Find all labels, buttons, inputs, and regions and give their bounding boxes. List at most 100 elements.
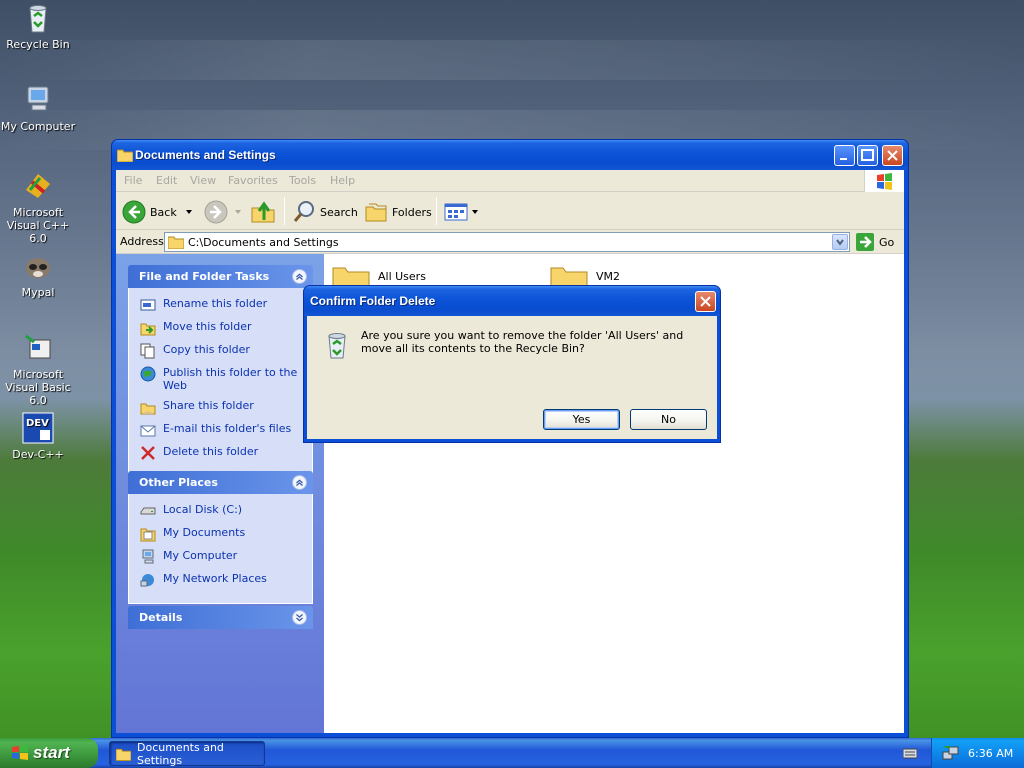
dialog-title: Confirm Folder Delete xyxy=(310,294,436,308)
devcpp-icon: DEV xyxy=(22,412,54,444)
task-label: Move this folder xyxy=(163,320,252,333)
other-places-body: Local Disk (C:) My Documents My Computer… xyxy=(128,494,313,604)
disk-icon xyxy=(140,507,156,515)
system-tray: 6:36 AM xyxy=(931,738,1024,768)
views-button[interactable] xyxy=(444,199,480,225)
windows-flag-icon xyxy=(12,745,28,760)
desktop-icon-mypal[interactable]: Mypal xyxy=(0,250,78,299)
task-copy-folder[interactable]: Copy this folder xyxy=(140,343,302,359)
task-label: Publish this folder to the Web xyxy=(163,366,298,392)
file-folder-tasks-header[interactable]: File and Folder Tasks xyxy=(128,265,313,288)
back-button[interactable]: Back xyxy=(122,199,195,225)
desktop-icon-visual-cpp[interactable]: Microsoft Visual C++ 6.0 xyxy=(0,170,78,245)
go-button[interactable]: Go xyxy=(856,233,894,251)
desktop-icon-my-computer[interactable]: My Computer xyxy=(0,84,78,133)
desktop-icon-recycle-bin[interactable]: Recycle Bin xyxy=(0,2,78,51)
search-icon xyxy=(293,201,314,222)
place-my-computer[interactable]: My Computer xyxy=(140,549,302,565)
desktop-icon-visual-basic[interactable]: Microsoft Visual Basic 6.0 xyxy=(0,332,78,407)
task-rename-folder[interactable]: Rename this folder xyxy=(140,297,302,313)
task-label: E-mail this folder's files xyxy=(163,422,292,435)
no-button[interactable]: No xyxy=(630,409,707,430)
maximize-icon xyxy=(861,149,874,161)
task-share-folder[interactable]: Share this folder xyxy=(140,399,302,415)
expand-icon[interactable] xyxy=(292,610,307,625)
address-value: C:\Documents and Settings xyxy=(188,235,339,249)
search-button[interactable]: Search xyxy=(292,199,358,225)
place-label: My Documents xyxy=(163,526,246,539)
dialog-titlebar[interactable]: Confirm Folder Delete xyxy=(304,286,720,316)
views-icon xyxy=(444,203,468,221)
close-button[interactable] xyxy=(882,145,903,166)
minimize-button[interactable] xyxy=(834,145,855,166)
address-dropdown-button[interactable] xyxy=(832,234,848,250)
collapse-icon[interactable] xyxy=(292,269,307,284)
taskbar-button-documents[interactable]: Documents and Settings xyxy=(109,740,265,767)
address-field[interactable]: C:\Documents and Settings xyxy=(164,232,850,252)
taskbar-button-label: Documents and Settings xyxy=(137,740,224,767)
desktop-icon-label: Microsoft Visual C++ 6.0 xyxy=(6,206,70,245)
desktop-icon-label: Recycle Bin xyxy=(6,38,70,51)
place-label: Local Disk (C:) xyxy=(163,503,243,516)
place-my-documents[interactable]: My Documents xyxy=(140,526,302,542)
visual-cpp-icon xyxy=(26,174,50,198)
toolbar-separator xyxy=(436,197,437,225)
start-label: start xyxy=(33,743,70,762)
chevron-down-icon[interactable] xyxy=(470,208,480,216)
keyboard-icon[interactable] xyxy=(903,747,917,759)
place-local-disk[interactable]: Local Disk (C:) xyxy=(140,503,302,519)
up-folder-button[interactable] xyxy=(250,199,276,225)
menu-edit[interactable]: Edit xyxy=(156,174,177,187)
copy-icon xyxy=(140,343,155,359)
task-email-folder[interactable]: E-mail this folder's files xyxy=(140,422,302,438)
start-button[interactable]: start xyxy=(0,738,98,768)
back-arrow-icon xyxy=(122,200,146,224)
folders-button[interactable]: Folders xyxy=(364,199,432,225)
toolbar-separator xyxy=(284,197,285,225)
folder-icon xyxy=(168,236,184,249)
network-tray-icon[interactable] xyxy=(942,744,960,762)
delete-icon xyxy=(141,446,155,460)
panel-title: Details xyxy=(139,611,183,624)
chevron-down-icon[interactable] xyxy=(232,208,244,216)
forward-button[interactable] xyxy=(204,199,244,225)
address-label: Address xyxy=(120,235,164,248)
dialog-close-button[interactable] xyxy=(695,291,716,312)
collapse-icon[interactable] xyxy=(292,475,307,490)
menu-favorites[interactable]: Favorites xyxy=(228,174,278,187)
taskbar: start Documents and Settings 6:36 AM xyxy=(0,738,1024,768)
task-label: Share this folder xyxy=(163,399,254,412)
file-folder-tasks-panel: File and Folder Tasks Rename this folder… xyxy=(128,265,313,477)
email-icon xyxy=(140,425,156,437)
task-move-folder[interactable]: Move this folder xyxy=(140,320,302,336)
folder-name: VM2 xyxy=(596,270,621,283)
desktop-icon-label: Microsoft Visual Basic 6.0 xyxy=(5,368,71,407)
other-places-panel: Other Places Local Disk (C:) My Document… xyxy=(128,471,313,604)
task-publish-folder[interactable]: Publish this folder to the Web xyxy=(140,366,302,392)
share-icon xyxy=(140,403,156,415)
folder-icon xyxy=(116,748,131,761)
desktop-icon-label: Mypal xyxy=(21,286,55,299)
place-my-network[interactable]: My Network Places xyxy=(140,572,302,588)
yes-button[interactable]: Yes xyxy=(543,409,620,430)
menu-help[interactable]: Help xyxy=(330,174,355,187)
desktop-icon-devcpp[interactable]: DEV Dev-C++ xyxy=(0,412,78,461)
windows-logo xyxy=(864,170,904,192)
windows-flag-icon xyxy=(877,173,892,190)
chevron-down-icon[interactable] xyxy=(183,208,195,216)
close-icon xyxy=(887,150,898,161)
menu-file[interactable]: File xyxy=(124,174,142,187)
menu-view[interactable]: View xyxy=(190,174,216,187)
panel-title: Other Places xyxy=(139,476,218,489)
sky-streak xyxy=(0,40,1024,80)
maximize-button[interactable] xyxy=(857,145,878,166)
window-titlebar[interactable]: Documents and Settings xyxy=(112,140,908,170)
mypal-icon xyxy=(26,258,50,278)
menu-tools[interactable]: Tools xyxy=(289,174,316,187)
folders-label: Folders xyxy=(392,205,432,219)
details-header[interactable]: Details xyxy=(128,606,313,629)
recycle-bin-icon xyxy=(328,333,346,359)
other-places-header[interactable]: Other Places xyxy=(128,471,313,494)
go-arrow-icon xyxy=(856,233,874,251)
task-delete-folder[interactable]: Delete this folder xyxy=(140,445,302,461)
